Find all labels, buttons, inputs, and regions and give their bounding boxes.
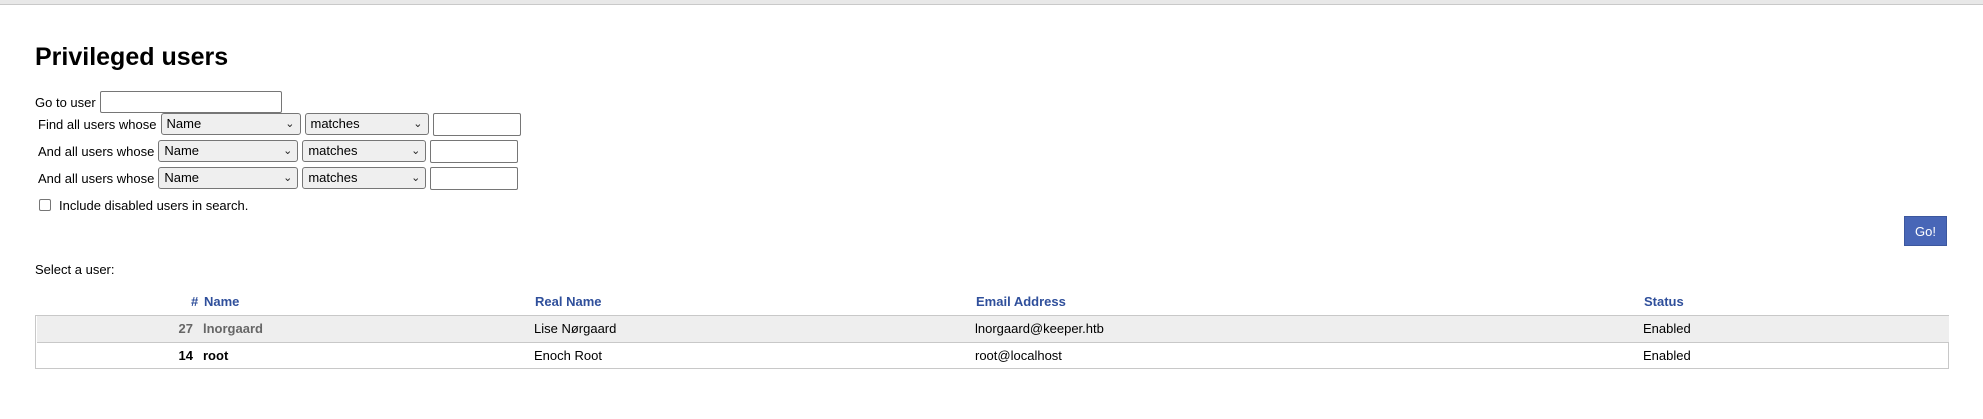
column-header-name[interactable]: Name: [204, 288, 239, 316]
include-disabled-label: Include disabled users in search.: [59, 197, 249, 213]
operator-select-value: matches: [308, 170, 358, 185]
chevron-down-icon: ⌄: [283, 145, 293, 157]
chevron-down-icon: ⌄: [285, 118, 295, 130]
page-title: Privileged users: [35, 43, 229, 71]
criteria-value-input[interactable]: [430, 166, 519, 190]
criteria-label: And all users whose: [38, 170, 155, 186]
operator-select-value: matches: [308, 143, 358, 158]
search-criteria-row-3: And all users whose Name ⌄ matches ⌄: [38, 166, 519, 190]
field-select[interactable]: Name ⌄: [158, 140, 299, 162]
user-name-link[interactable]: root: [203, 343, 228, 369]
user-email: root@localhost: [975, 348, 1062, 363]
criteria-value-input[interactable]: [430, 139, 519, 163]
user-name-link[interactable]: lnorgaard: [203, 316, 263, 342]
field-select-value: Name: [164, 143, 200, 158]
table-row[interactable]: 14 root Enoch Root root@localhost Enable…: [37, 343, 1949, 369]
chevron-down-icon: ⌄: [413, 118, 423, 130]
user-real-name: Enoch Root: [534, 348, 602, 363]
go-button[interactable]: Go!: [1904, 216, 1947, 246]
user-id: 14: [178, 348, 193, 363]
operator-select-value: matches: [310, 116, 360, 131]
field-select-value: Name: [166, 116, 202, 131]
table-row[interactable]: 27 lnorgaard Lise Nørgaard lnorgaard@kee…: [37, 316, 1949, 343]
go-to-user-row: Go to user: [35, 90, 282, 114]
user-real-name: Lise Nørgaard: [534, 321, 617, 336]
criteria-label: And all users whose: [38, 143, 155, 159]
criteria-label: Find all users whose: [38, 116, 157, 132]
field-select[interactable]: Name ⌄: [158, 167, 299, 189]
chevron-down-icon: ⌄: [411, 172, 421, 184]
field-select[interactable]: Name ⌄: [160, 113, 301, 135]
chevron-down-icon: ⌄: [283, 172, 293, 184]
privileged-users-page: Privileged users Go to user Find all use…: [35, 40, 1950, 369]
users-table: 27 lnorgaard Lise Nørgaard lnorgaard@kee…: [35, 315, 1949, 369]
column-header-id[interactable]: #: [191, 288, 198, 316]
operator-select[interactable]: matches ⌄: [302, 167, 427, 189]
column-header-email[interactable]: Email Address: [976, 288, 1066, 316]
browser-top-bar: [0, 0, 1983, 5]
search-criteria-row-1: Find all users whose Name ⌄ matches ⌄: [38, 112, 521, 136]
column-header-real-name[interactable]: Real Name: [535, 288, 601, 316]
include-disabled-checkbox[interactable]: [39, 199, 51, 211]
include-disabled-row: Include disabled users in search.: [39, 196, 248, 214]
go-to-user-label: Go to user: [35, 94, 96, 110]
user-status: Enabled: [1643, 348, 1691, 363]
select-user-label: Select a user:: [35, 262, 115, 277]
user-id: 27: [178, 321, 193, 336]
user-email: lnorgaard@keeper.htb: [975, 321, 1104, 336]
operator-select[interactable]: matches ⌄: [302, 140, 427, 162]
field-select-value: Name: [164, 170, 200, 185]
chevron-down-icon: ⌄: [411, 145, 421, 157]
search-criteria-row-2: And all users whose Name ⌄ matches ⌄: [38, 139, 519, 163]
column-header-status[interactable]: Status: [1644, 288, 1684, 316]
go-to-user-input[interactable]: [99, 91, 282, 113]
criteria-value-input[interactable]: [432, 112, 521, 136]
user-status: Enabled: [1643, 321, 1691, 336]
operator-select[interactable]: matches ⌄: [304, 113, 429, 135]
